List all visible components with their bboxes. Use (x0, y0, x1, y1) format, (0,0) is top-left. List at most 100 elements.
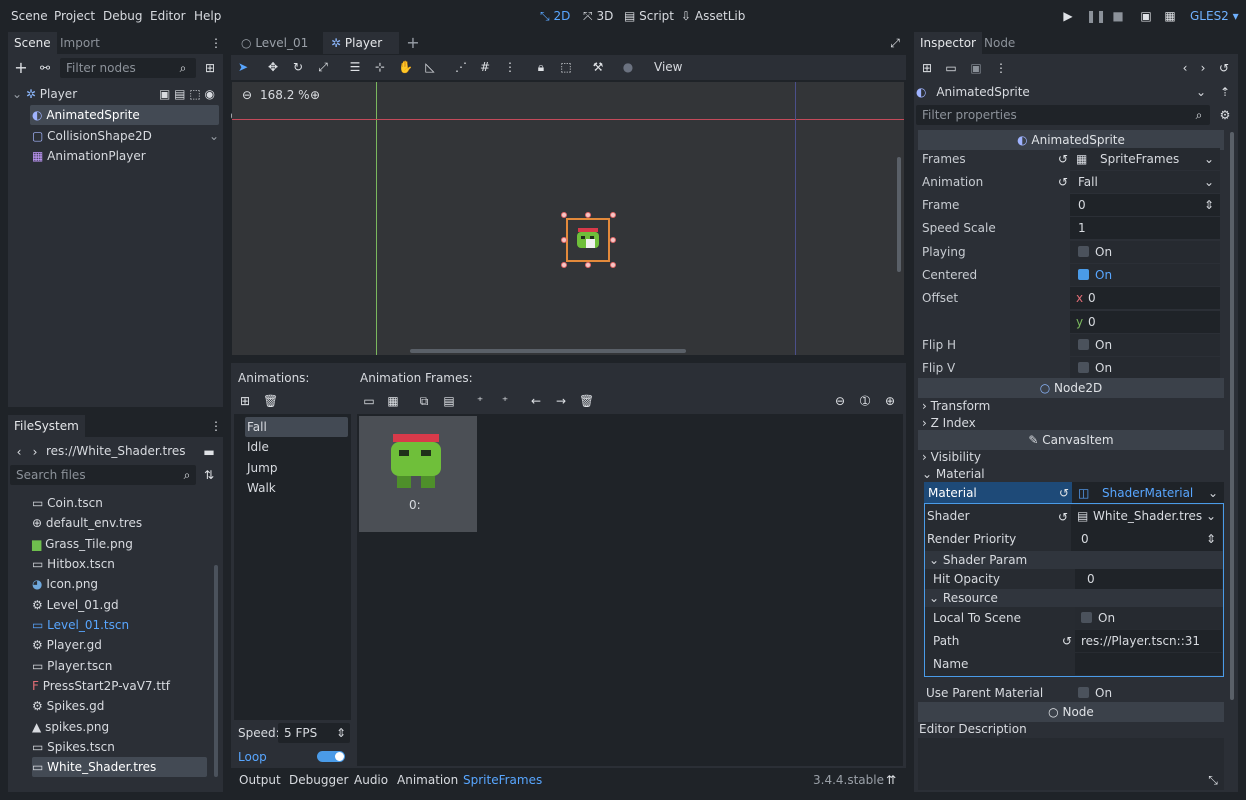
new-resource-icon[interactable]: ⊞ (920, 61, 934, 75)
list-item[interactable]: F PressStart2P-vaV7.ttf (32, 676, 213, 696)
animation-select[interactable]: Fall ⌄ (1070, 171, 1220, 193)
pan-tool-icon[interactable]: ✋ (398, 60, 413, 74)
revert-icon[interactable]: ↺ (1056, 510, 1070, 524)
bottom-tab-debugger[interactable]: Debugger (289, 773, 348, 787)
local-to-scene-checkbox[interactable]: On (1075, 607, 1222, 629)
move-tool-icon[interactable]: ✥ (266, 60, 280, 74)
revert-icon[interactable]: ↺ (1057, 486, 1071, 500)
shader-resource-picker[interactable]: ▤ White_Shader.tres ⌄ (1071, 505, 1222, 528)
group-material[interactable]: ⌄ Material (922, 464, 1224, 484)
revert-icon[interactable]: ↺ (1056, 175, 1070, 189)
flip-h-checkbox[interactable]: On (1070, 334, 1220, 356)
group-shader-param[interactable]: ⌄ Shader Param (925, 551, 1223, 569)
canvas-viewport[interactable]: ⊖ 168.2 % ⊕ (232, 82, 904, 355)
list-item[interactable]: ◕ Icon.png (32, 574, 213, 594)
inspector-scrollbar[interactable] (1230, 132, 1234, 700)
zoom-reset-icon[interactable]: ➀ (858, 394, 872, 408)
save-icon[interactable]: ▣ (969, 61, 983, 75)
spritesheet-icon[interactable]: ▦ (386, 394, 400, 408)
lock-icon[interactable]: ▤ (174, 87, 185, 101)
list-item[interactable]: ▭ Hitbox.tscn (32, 554, 213, 574)
editor-description-field[interactable]: ⤡ (918, 738, 1224, 790)
tree-node-animationplayer[interactable]: ▦ AnimationPlayer (32, 146, 219, 166)
material-resource-picker[interactable]: ◫ ShaderMaterial ⌄ (1072, 482, 1224, 504)
instance-scene-icon[interactable]: ⊞ (203, 61, 217, 75)
skeleton-icon[interactable]: ⚒ (591, 60, 605, 74)
forward-icon[interactable]: › (28, 445, 42, 459)
list-item[interactable]: ▭ White_Shader.tres (32, 757, 207, 777)
menu-debug[interactable]: Debug (103, 9, 142, 23)
tab-player[interactable]: ✲ Player ✕ (323, 32, 399, 72)
play-icon[interactable]: ▶ (1061, 9, 1075, 23)
path-field[interactable]: res://Player.tscn::31 (1075, 630, 1222, 652)
bottom-tab-audio[interactable]: Audio (354, 773, 388, 787)
workspace-script[interactable]: ▤ Script (624, 9, 674, 23)
frame-spinbox[interactable]: 0 ⇕ (1070, 194, 1220, 216)
insert-after-icon[interactable]: ⁺ (498, 394, 512, 408)
view-menu[interactable]: View (654, 60, 682, 74)
tree-node-collisionshape2d[interactable]: ▢ CollisionShape2D ⌄ (32, 126, 219, 146)
list-item[interactable]: Jump (247, 458, 351, 478)
move-right-icon[interactable]: → (554, 394, 568, 408)
open-folder-icon[interactable]: ▭ (944, 61, 958, 75)
vertical-scrollbar[interactable] (897, 157, 901, 272)
list-item[interactable]: ▆ Grass_Tile.png (32, 534, 213, 554)
resize-handle[interactable] (610, 212, 616, 218)
back-icon[interactable]: ‹ (12, 445, 26, 459)
group-icon[interactable]: ⬚ (559, 60, 573, 74)
list-item[interactable]: ⊕ default_env.tres (32, 513, 213, 533)
resize-handle[interactable] (561, 237, 567, 243)
history-icon[interactable]: ↺ (1217, 61, 1231, 75)
frames-resource-picker[interactable]: ▦ SpriteFrames ⌄ (1070, 148, 1220, 170)
link-icon[interactable]: ⚯ (38, 61, 52, 75)
resize-handle[interactable] (585, 262, 591, 268)
tab-scene[interactable]: Scene (8, 32, 57, 54)
pivot-tool-icon[interactable]: ⊹ (373, 60, 387, 74)
rotate-tool-icon[interactable]: ↻ (291, 60, 305, 74)
search-files-input[interactable]: Search files (10, 465, 196, 485)
expand-icon[interactable]: ⤡ (1206, 773, 1220, 787)
menu-project[interactable]: Project (54, 9, 95, 23)
group-icon[interactable]: ⬚ (189, 87, 200, 101)
new-animation-icon[interactable]: ⊞ (238, 394, 252, 408)
smart-snap-icon[interactable]: ⋰ (454, 60, 468, 74)
history-forward-icon[interactable]: › (1196, 61, 1210, 75)
list-item[interactable]: ▭ Coin.tscn (32, 493, 213, 513)
renderer-select[interactable]: GLES2 ▾ (1190, 9, 1239, 23)
dock-menu-icon[interactable]: ⋮ (209, 36, 223, 50)
workspace-2d[interactable]: ⤡ 2D (540, 9, 570, 24)
resize-handle[interactable] (561, 212, 567, 218)
paste-icon[interactable]: ▤ (442, 394, 456, 408)
trash-icon[interactable]: 🗑︎ (263, 394, 278, 408)
play-scene-icon[interactable]: ▣ (1139, 9, 1153, 23)
bottom-tab-spriteframes[interactable]: SpriteFrames (463, 773, 542, 787)
use-parent-material-checkbox[interactable]: On (1074, 682, 1224, 704)
lock-icon[interactable]: 🔒︎ (534, 60, 548, 74)
frame-thumbnail[interactable]: 0: (359, 416, 477, 532)
visibility-eye-icon[interactable]: ◉ (205, 87, 215, 101)
grid-snap-icon[interactable]: # (478, 60, 492, 74)
horizontal-scrollbar[interactable] (410, 349, 686, 353)
path-field[interactable]: res://White_Shader.tres (46, 444, 186, 458)
render-priority-spinbox[interactable]: 0 ⇕ (1071, 528, 1222, 551)
zoom-out-icon[interactable]: ⊖ (240, 88, 254, 102)
tab-node[interactable]: Node (978, 32, 1021, 54)
list-select-icon[interactable]: ☰ (348, 60, 362, 74)
flip-v-checkbox[interactable]: On (1070, 357, 1220, 379)
speed-spinbox[interactable]: 5 FPS ⇕ (278, 723, 350, 743)
camera-override-icon[interactable]: ● (621, 60, 635, 74)
add-node-icon[interactable]: + (14, 60, 28, 76)
playing-checkbox[interactable]: On (1070, 241, 1220, 263)
list-item[interactable]: ▭ Level_01.tscn (32, 615, 213, 635)
tab-level-01[interactable]: ○ Level_01 ✕ (231, 32, 321, 72)
offset-x-field[interactable]: x0 (1070, 287, 1220, 309)
zoom-in-icon[interactable]: ⊕ (883, 394, 897, 408)
revert-icon[interactable]: ↺ (1060, 634, 1074, 648)
trash-icon[interactable]: 🗑︎ (579, 394, 594, 408)
zoom-level[interactable]: 168.2 % (260, 88, 310, 102)
stop-icon[interactable]: ■ (1111, 9, 1125, 23)
script-icon[interactable]: ▣ (159, 87, 170, 101)
list-item[interactable]: Walk (247, 478, 351, 498)
pause-icon[interactable]: ❚❚ (1086, 9, 1106, 23)
move-left-icon[interactable]: ← (529, 394, 543, 408)
